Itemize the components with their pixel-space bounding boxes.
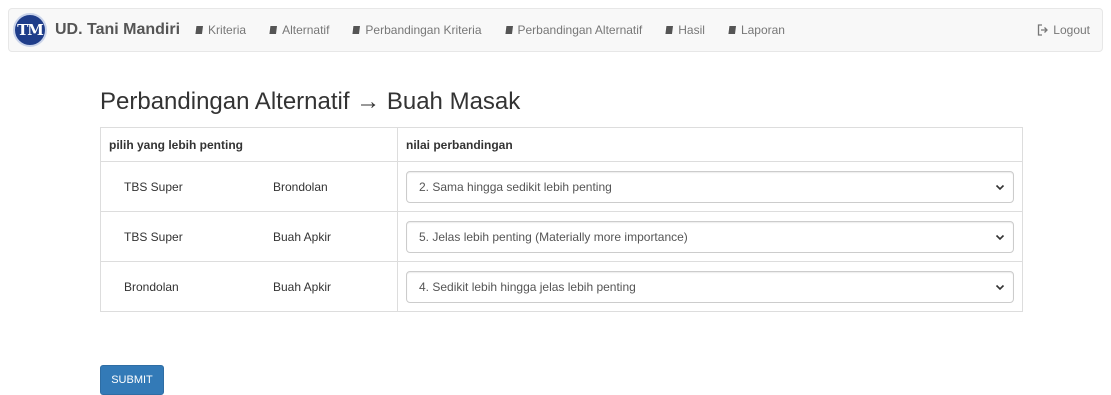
brand-logo: TM: [13, 13, 47, 47]
book-icon: [504, 25, 513, 35]
select-value: 4. Sedikit lebih hingga jelas lebih pent…: [419, 279, 636, 294]
comparison-select[interactable]: 2. Sama hingga sedikit lebih penting: [406, 170, 1014, 203]
value-cell: 2. Sama hingga sedikit lebih penting: [397, 161, 1023, 212]
alternative-b: Buah Apkir: [249, 211, 398, 262]
comparison-select[interactable]: 4. Sedikit lebih hingga jelas lebih pent…: [406, 270, 1014, 303]
comparison-table: pilih yang lebih penting nilai perbandin…: [99, 127, 1023, 312]
chevron-down-icon: [995, 284, 1005, 290]
page-title: Perbandingan Alternatif → Buah Masak: [100, 88, 521, 115]
brand[interactable]: TM UD. Tani Mandiri: [9, 9, 180, 51]
alternative-a: TBS Super: [99, 161, 250, 212]
book-icon: [664, 25, 674, 35]
brand-name[interactable]: UD. Tani Mandiri: [55, 21, 180, 39]
nav-menu: Kriteria Alternatif Perbandingan Kriteri…: [194, 9, 807, 51]
chevron-down-icon: [995, 234, 1005, 240]
nav-item-hasil[interactable]: Hasil: [664, 23, 705, 37]
value-cell: 5. Jelas lebih penting (Materially more …: [397, 211, 1023, 262]
nav-item-label: Alternatif: [282, 23, 330, 37]
select-value: 5. Jelas lebih penting (Materially more …: [419, 229, 688, 244]
table-row: TBS Super Brondolan 2. Sama hingga sedik…: [99, 161, 1023, 212]
submit-button[interactable]: SUBMIT: [100, 365, 164, 395]
book-icon: [727, 25, 736, 35]
value-cell: 4. Sedikit lebih hingga jelas lebih pent…: [397, 261, 1023, 312]
alternative-a: TBS Super: [99, 211, 250, 262]
table-header-row: pilih yang lebih penting nilai perbandin…: [100, 127, 1023, 162]
nav-item-label: Perbandingan Kriteria: [365, 23, 482, 37]
column-header-value: nilai perbandingan: [397, 127, 1023, 162]
top-navbar: TM UD. Tani Mandiri Kriteria Alternatif …: [8, 8, 1103, 52]
nav-item-laporan[interactable]: Laporan: [727, 23, 785, 37]
alternative-a: Brondolan: [99, 261, 250, 312]
nav-item-label: Perbandingan Alternatif: [517, 23, 643, 37]
logout-link[interactable]: Logout: [1037, 9, 1090, 51]
column-header-choice: pilih yang lebih penting: [100, 127, 398, 162]
nav-item-label: Hasil: [678, 23, 705, 37]
nav-item-alternatif[interactable]: Alternatif: [268, 23, 329, 37]
alternative-b: Brondolan: [249, 161, 398, 212]
logout-icon: [1038, 24, 1049, 36]
alternative-b: Buah Apkir: [249, 261, 398, 312]
comparison-select[interactable]: 5. Jelas lebih penting (Materially more …: [406, 220, 1014, 253]
table-row: TBS Super Buah Apkir 5. Jelas lebih pent…: [99, 211, 1023, 262]
nav-item-label: Laporan: [740, 23, 785, 37]
book-icon: [194, 25, 204, 35]
select-value: 2. Sama hingga sedikit lebih penting: [419, 179, 612, 194]
nav-item-label: Kriteria: [208, 23, 247, 37]
nav-item-kriteria[interactable]: Kriteria: [194, 23, 246, 37]
book-icon: [268, 25, 278, 35]
book-icon: [352, 25, 361, 35]
nav-item-perbandingan-kriteria[interactable]: Perbandingan Kriteria: [351, 23, 482, 37]
logout-label: Logout: [1053, 23, 1090, 37]
chevron-down-icon: [995, 184, 1005, 190]
table-row: Brondolan Buah Apkir 4. Sedikit lebih hi…: [99, 261, 1023, 312]
nav-item-perbandingan-alternatif[interactable]: Perbandingan Alternatif: [504, 23, 643, 37]
